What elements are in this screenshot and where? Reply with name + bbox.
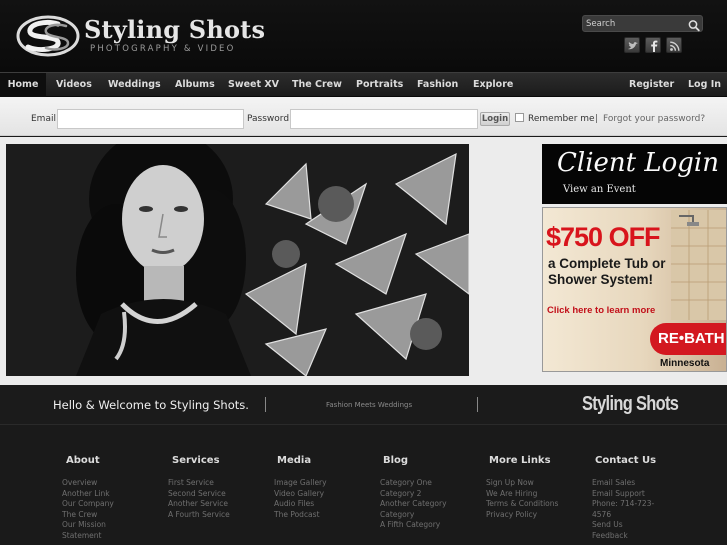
footer-links: Image Gallery Video Gallery Audio Files … <box>274 478 374 520</box>
main-nav: Home Videos Weddings Albums Sweet XV The… <box>0 72 727 97</box>
rss-icon <box>670 41 680 51</box>
password-field[interactable] <box>290 109 478 129</box>
hero-image[interactable] <box>6 144 469 376</box>
footer-link[interactable]: Sign Up Now <box>486 478 586 489</box>
login-button[interactable]: Login <box>480 112 510 126</box>
nav-item-weddings[interactable]: Weddings <box>108 73 161 97</box>
footer-link[interactable]: A Fifth Category <box>380 520 480 531</box>
footer-link[interactable]: Our Company <box>62 499 120 510</box>
ad-brand-logo: RE•BATH <box>650 323 726 355</box>
footer-link[interactable]: The Crew <box>62 510 120 521</box>
search-input[interactable] <box>585 16 683 31</box>
nav-item-register[interactable]: Register <box>629 73 674 97</box>
search-box <box>582 15 703 32</box>
client-login-title: Client Login <box>557 148 719 178</box>
rss-button[interactable] <box>666 37 682 53</box>
site-header: Styling Shots PHOTOGRAPHY & VIDEO <box>0 0 727 72</box>
nav-item-portraits[interactable]: Portraits <box>356 73 403 97</box>
footer-links: Overview Another Link Our Company The Cr… <box>62 478 120 541</box>
footer-link[interactable]: Privacy Policy <box>486 510 586 521</box>
welcome-divider-2 <box>477 397 478 412</box>
footer-link[interactable]: Overview <box>62 478 120 489</box>
nav-item-videos[interactable]: Videos <box>56 73 92 97</box>
login-separator: | <box>595 114 599 124</box>
footer-links: Category One Category 2 Another Category… <box>380 478 480 531</box>
footer-heading: About <box>66 455 100 466</box>
nav-item-albums[interactable]: Albums <box>175 73 215 97</box>
logo-title: Styling Shots <box>84 15 266 44</box>
ad-line-2: Shower System! <box>548 272 654 287</box>
footer-heading: More Links <box>489 455 551 466</box>
footer-link[interactable]: We Are Hiring <box>486 489 586 500</box>
footer-link[interactable]: Another Link <box>62 489 120 500</box>
footer-link[interactable]: Second Service <box>168 489 268 500</box>
footer-links: First Service Second Service Another Ser… <box>168 478 268 520</box>
welcome-brand-logo: Styling Shots <box>582 393 679 415</box>
footer-link[interactable]: Our Mission Statement <box>62 520 120 541</box>
footer-link: Phone: 714-723-4576 <box>592 499 655 519</box>
logo-ss-mark-icon <box>16 15 80 57</box>
footer-links: Sign Up Now We Are Hiring Terms & Condit… <box>486 478 586 520</box>
footer-heading: Contact Us <box>595 455 657 466</box>
welcome-tagline: Fashion Meets Weddings <box>326 401 413 409</box>
footer-links: Email Sales Email Support Phone: 714-723… <box>592 478 660 541</box>
twitter-button[interactable] <box>624 37 640 53</box>
client-login-banner[interactable]: Client Login View an Event <box>542 144 727 204</box>
nav-item-the-crew[interactable]: The Crew <box>292 73 342 97</box>
remember-me-checkbox[interactable] <box>515 113 524 122</box>
footer-heading: Services <box>172 455 220 466</box>
nav-item-log-in[interactable]: Log In <box>688 73 721 97</box>
nav-item-home[interactable]: Home <box>0 73 46 97</box>
forgot-password-link[interactable]: Forgot your password? <box>603 114 705 124</box>
footer-heading: Blog <box>383 455 409 466</box>
email-label: Email: <box>31 114 60 124</box>
footer-link[interactable]: First Service <box>168 478 268 489</box>
footer-link[interactable]: The Podcast <box>274 510 374 521</box>
footer-link[interactable]: Audio Files <box>274 499 374 510</box>
site-footer: About Overview Another Link Our Company … <box>0 426 727 545</box>
footer-link[interactable]: Another Service <box>168 499 268 510</box>
footer-link[interactable]: Another Category <box>380 499 480 510</box>
footer-link[interactable]: Category One <box>380 478 480 489</box>
facebook-button[interactable] <box>645 37 661 53</box>
search-button[interactable] <box>687 17 701 32</box>
welcome-divider-1 <box>265 397 266 412</box>
footer-link[interactable]: Video Gallery <box>274 489 374 500</box>
footer-link[interactable]: Image Gallery <box>274 478 374 489</box>
main-content: Client Login View an Event $750 OFF a Co… <box>0 137 727 385</box>
remember-me-label: Remember me <box>528 114 595 124</box>
shower-illustration <box>671 210 726 320</box>
nav-item-sweet-xv[interactable]: Sweet XV <box>228 73 279 97</box>
footer-link[interactable]: Send Us Feedback <box>592 520 660 541</box>
search-icon <box>688 20 700 32</box>
ad-price: $750 OFF <box>546 222 661 252</box>
client-login-subtitle: View an Event <box>563 184 636 195</box>
ad-cta-link[interactable]: Click here to learn more <box>547 305 655 316</box>
ad-line-1: a Complete Tub or <box>548 256 666 271</box>
welcome-band: Hello & Welcome to Styling Shots. Fashio… <box>0 385 727 425</box>
footer-link[interactable]: Terms & Conditions <box>486 499 586 510</box>
logo-subtitle: PHOTOGRAPHY & VIDEO <box>90 44 236 54</box>
login-bar: Email: Password: Login Remember me | For… <box>0 97 727 136</box>
rebath-ad[interactable]: $750 OFF a Complete Tub or Shower System… <box>542 207 727 372</box>
ad-region: Minnesota <box>660 358 710 369</box>
footer-link[interactable]: Category 2 <box>380 489 480 500</box>
welcome-text: Hello & Welcome to Styling Shots. <box>53 398 249 412</box>
footer-heading: Media <box>277 455 312 466</box>
twitter-icon <box>628 42 638 50</box>
password-label: Password: <box>247 114 293 124</box>
site-logo[interactable]: Styling Shots PHOTOGRAPHY & VIDEO <box>16 14 265 60</box>
footer-link[interactable]: A Fourth Service <box>168 510 268 521</box>
footer-link[interactable]: Email Support <box>592 489 660 500</box>
footer-link[interactable]: Email Sales <box>592 478 660 489</box>
nav-item-explore[interactable]: Explore <box>473 73 513 97</box>
footer-link[interactable]: Category <box>380 510 480 521</box>
nav-item-fashion[interactable]: Fashion <box>417 73 458 97</box>
hero-photo-illustration <box>6 144 469 376</box>
facebook-icon <box>651 40 658 52</box>
email-field[interactable] <box>57 109 244 129</box>
